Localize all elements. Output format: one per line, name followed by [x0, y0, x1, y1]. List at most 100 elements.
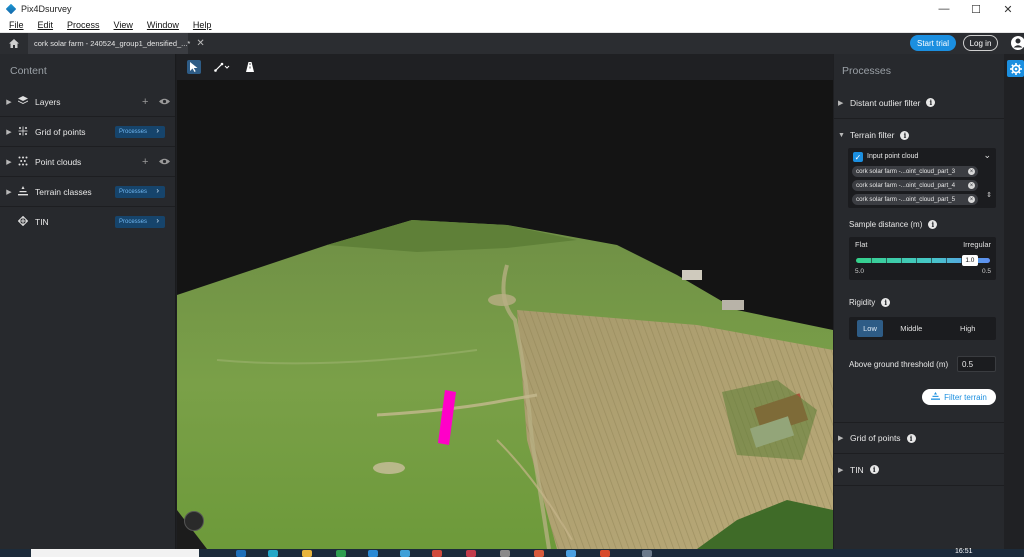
visibility-eye-icon[interactable] — [159, 98, 170, 105]
remove-chip-icon[interactable]: × — [968, 168, 975, 175]
taskbar-app-icon[interactable] — [400, 550, 410, 557]
taskbar-app-icon[interactable] — [336, 550, 346, 557]
section-label: Distant outlier filter — [850, 97, 921, 108]
expand-caret-icon[interactable]: ▶ — [2, 128, 16, 136]
scroll-updown-icon[interactable]: ⇕ — [986, 191, 992, 199]
input-chip[interactable]: cork solar farm -...oint_cloud_part_3 × — [852, 166, 978, 177]
measure-line-icon — [214, 62, 230, 72]
chevron-right-icon: › — [156, 216, 159, 225]
rigidity-option-high[interactable]: High — [940, 320, 997, 337]
gear-icon — [1009, 62, 1022, 75]
content-item-grid-of-points[interactable]: ▶ Grid of points Processes › — [0, 117, 175, 147]
home-button[interactable] — [0, 33, 28, 54]
slider-handle[interactable]: 1.0 — [961, 255, 978, 266]
lower-sections: ▶ Grid of points i ▶ TIN i — [834, 422, 1004, 486]
info-icon[interactable]: i — [869, 465, 879, 474]
taskbar-app-icon[interactable] — [600, 550, 610, 557]
start-trial-button[interactable]: Start trial — [910, 35, 956, 51]
info-icon[interactable]: i — [926, 98, 936, 107]
content-item-tin[interactable]: TIN Processes › — [0, 207, 175, 237]
processes-badge[interactable]: Processes › — [115, 186, 165, 198]
info-icon[interactable]: i — [906, 433, 916, 443]
content-item-layers[interactable]: ▶ Layers + — [0, 87, 175, 117]
menu-help[interactable]: Help — [193, 20, 212, 30]
expand-caret-icon[interactable]: ▶ — [2, 98, 16, 106]
expand-caret-icon[interactable]: ▶ — [2, 158, 16, 166]
expand-caret-icon[interactable]: ▶ — [838, 434, 848, 442]
section-label: Grid of points — [850, 433, 901, 443]
compass-icon[interactable] — [184, 511, 204, 531]
processes-settings-button[interactable] — [1007, 60, 1024, 77]
input-point-cloud-label: Input point cloud — [867, 153, 919, 160]
3d-viewport[interactable] — [177, 54, 833, 549]
info-icon[interactable]: i — [928, 220, 938, 229]
expand-caret-icon[interactable]: ▶ — [838, 466, 848, 474]
menu-file[interactable]: File — [9, 20, 24, 30]
minimize-button[interactable]: — — [928, 0, 960, 18]
visibility-eye-icon[interactable] — [159, 158, 170, 165]
rigidity-option-low[interactable]: Low — [857, 320, 883, 337]
input-chip[interactable]: cork solar farm -...oint_cloud_part_4 × — [852, 180, 978, 191]
rigidity-segmented-control: Low Middle High — [849, 317, 996, 340]
menu-bar: File Edit Process View Window Help — [0, 18, 1024, 33]
road-tool-button[interactable] — [243, 60, 257, 74]
taskbar-app-icon[interactable] — [302, 550, 312, 557]
menu-process[interactable]: Process — [67, 20, 100, 30]
window-controls: — ☐ ✕ — [928, 0, 1024, 18]
taskbar-app-icon[interactable] — [534, 550, 544, 557]
info-icon[interactable]: i — [881, 298, 891, 307]
input-chip[interactable]: cork solar farm -...oint_cloud_part_5 × — [852, 194, 978, 205]
expand-caret-icon[interactable]: ▶ — [2, 188, 16, 196]
content-item-label: TIN — [35, 217, 49, 227]
sample-distance-slider[interactable]: Flat Irregular 1.0 5.0 0.5 — [849, 237, 996, 280]
select-tool-button[interactable] — [187, 60, 201, 74]
measure-tool-button[interactable] — [211, 60, 233, 74]
section-distant-outlier-filter[interactable]: ▶ Distant outlier filter i — [834, 87, 1004, 119]
section-terrain-filter[interactable]: ▼ Terrain filter i — [834, 119, 1004, 151]
info-icon[interactable]: i — [900, 130, 910, 140]
tab-close-icon[interactable]: ✕ — [196, 38, 204, 49]
maximize-button[interactable]: ☐ — [960, 0, 992, 18]
taskbar-app-icon[interactable] — [368, 550, 378, 557]
processes-badge[interactable]: Processes › — [115, 216, 165, 228]
chevron-down-icon[interactable]: ⌄ — [983, 150, 991, 161]
expand-caret-icon[interactable]: ▶ — [838, 99, 848, 107]
login-button[interactable]: Log in — [963, 35, 998, 51]
content-item-label: Layers — [35, 96, 61, 107]
input-point-cloud-checkbox[interactable]: ✓ — [853, 152, 863, 162]
tab-project[interactable]: cork solar farm - 240524_group1_densifie… — [28, 33, 205, 54]
taskbar-app-icon[interactable] — [466, 550, 476, 557]
taskbar-app-icon[interactable] — [236, 550, 246, 557]
content-item-terrain-classes[interactable]: ▶ Terrain classes Processes › — [0, 177, 175, 207]
user-account-icon[interactable] — [1008, 34, 1024, 52]
rigidity-option-middle[interactable]: Middle — [883, 320, 940, 337]
filter-terrain-button[interactable]: Filter terrain — [922, 389, 996, 405]
processes-badge[interactable]: Processes › — [115, 126, 165, 138]
add-layer-icon[interactable]: + — [142, 96, 148, 108]
collapse-caret-icon[interactable]: ▼ — [838, 132, 848, 139]
threshold-input[interactable]: 0.5 — [957, 356, 996, 372]
section-grid-of-points[interactable]: ▶ Grid of points i — [834, 422, 1004, 454]
section-tin[interactable]: ▶ TIN i — [834, 454, 1004, 486]
remove-chip-icon[interactable]: × — [968, 196, 975, 203]
road-icon — [246, 62, 254, 72]
processes-badge-label: Processes — [119, 189, 148, 195]
viewport-toolbar — [177, 54, 833, 80]
taskbar-app-icon[interactable] — [642, 550, 652, 557]
content-item-point-clouds[interactable]: ▶ Point clouds + — [0, 147, 175, 177]
taskbar-app-icon[interactable] — [432, 550, 442, 557]
taskbar-search-box[interactable] — [31, 549, 199, 557]
taskbar-app-icon[interactable] — [268, 550, 278, 557]
menu-view[interactable]: View — [114, 20, 133, 30]
layers-icon — [16, 96, 30, 107]
input-point-cloud-select[interactable]: ✓ Input point cloud ⌄ cork solar farm -.… — [848, 148, 996, 208]
menu-window[interactable]: Window — [147, 20, 179, 30]
menu-edit[interactable]: Edit — [38, 20, 54, 30]
point-cloud-scene[interactable] — [177, 80, 833, 549]
remove-chip-icon[interactable]: × — [968, 182, 975, 189]
taskbar-app-icon[interactable] — [500, 550, 510, 557]
taskbar-app-icon[interactable] — [566, 550, 576, 557]
add-point-cloud-icon[interactable]: + — [142, 156, 148, 168]
slider-right-label: Irregular — [963, 240, 991, 249]
close-window-button[interactable]: ✕ — [992, 0, 1024, 18]
